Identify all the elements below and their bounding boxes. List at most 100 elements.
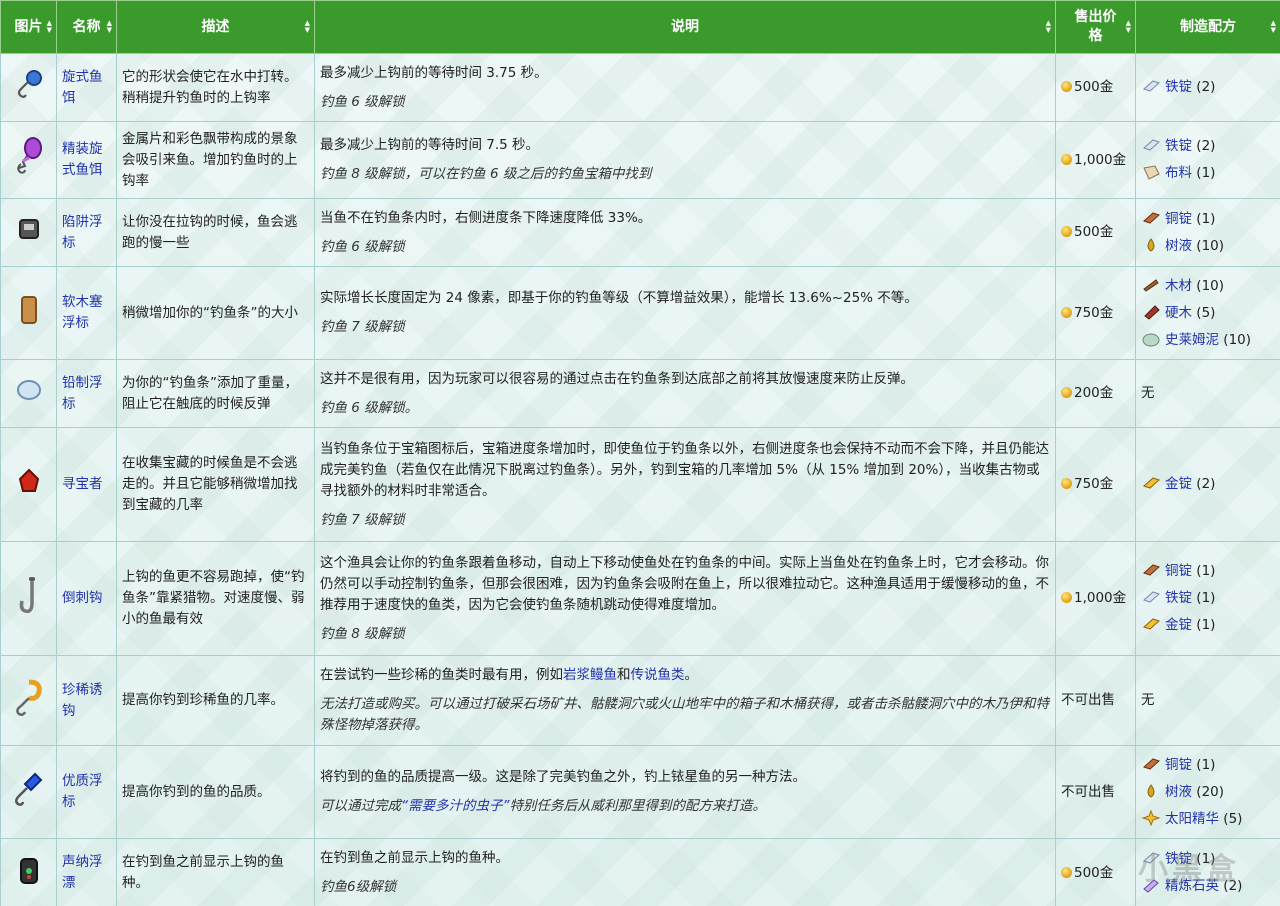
coin-icon <box>1061 153 1072 165</box>
ingredient-link[interactable]: 硬木 <box>1165 305 1192 321</box>
ingredient-link[interactable]: 铜锭 <box>1165 211 1192 227</box>
page: 图片 ▲ ▼ 名称 ▲ ▼ 描述 ▲ ▼ 说明 ▲ ▼ 售出价格 ▲ ▼ 制造配方 ▲ ▼ 旋式鱼饵 它… <box>0 0 1280 906</box>
table-row: 软木塞浮标 稍微增加你的“钓鱼条”的大小 实际增长长度固定为 24 像素，即基于… <box>0 266 1280 360</box>
spinner-icon <box>0 53 57 122</box>
header-details[interactable]: 说明 ▲ ▼ <box>314 0 1056 54</box>
item-recipe: 木材 (10) 硬木 (5) 史莱姆泥 (10) <box>1135 266 1280 360</box>
legendary-fish-link[interactable]: 传说鱼类 <box>631 667 685 683</box>
lava-eel-link[interactable]: 岩浆鳗鱼 <box>563 667 617 683</box>
item-link[interactable]: 珍稀诱钩 <box>62 682 103 719</box>
item-description: 稍微增加你的“钓鱼条”的大小 <box>116 266 315 360</box>
sort-icon[interactable]: ▲ ▼ <box>1126 20 1131 34</box>
table-row: 铅制浮标 为你的“钓鱼条”添加了重量，阻止它在触底的时候反弹 这并不是很有用，因… <box>0 359 1280 428</box>
coin-icon <box>1061 306 1072 318</box>
ingredient-link[interactable]: 铁锭 <box>1165 138 1192 154</box>
ingredient-link[interactable]: 金锭 <box>1165 617 1192 633</box>
item-details: 当鱼不在钓鱼条内时，右侧进度条下降速度降低 33%。 钓鱼 6 级解锁 <box>314 198 1056 267</box>
item-details: 当钓鱼条位于宝箱图标后，宝箱进度条增加时，即使鱼位于钓鱼条以外，右侧进度条也会保… <box>314 427 1056 542</box>
item-name[interactable]: 声纳浮漂 <box>56 838 117 906</box>
item-details: 最多减少上钩前的等待时间 3.75 秒。 钓鱼 6 级解锁 <box>314 53 1056 122</box>
wood-icon <box>1143 278 1159 292</box>
table-row: 声纳浮漂 在钓到鱼之前显示上钩的鱼种。 在钓到鱼之前显示上钩的鱼种。 钓鱼6级解锁… <box>0 838 1280 906</box>
ingredient: 铜锭 (1) <box>1141 558 1275 585</box>
sort-icon[interactable]: ▲ ▼ <box>1271 20 1276 34</box>
item-name[interactable]: 软木塞浮标 <box>56 266 117 360</box>
ingredient: 铁锭 (2) <box>1141 74 1275 101</box>
gold-bar-icon <box>1143 477 1160 489</box>
curiosity-lure-icon <box>0 655 57 746</box>
item-name[interactable]: 陷阱浮标 <box>56 198 117 267</box>
item-link[interactable]: 寻宝者 <box>62 476 103 492</box>
header-recipe[interactable]: 制造配方 ▲ ▼ <box>1135 0 1280 54</box>
item-recipe: 铁锭 (2) <box>1135 53 1280 122</box>
item-name[interactable]: 倒刺钩 <box>56 541 117 656</box>
ingredient-link[interactable]: 太阳精华 <box>1165 811 1219 827</box>
header-price[interactable]: 售出价格 ▲ ▼ <box>1055 0 1136 54</box>
item-link[interactable]: 声纳浮漂 <box>62 854 103 891</box>
item-price: 不可出售 <box>1055 655 1136 746</box>
item-recipe: 金锭 (2) <box>1135 427 1280 542</box>
item-details: 在钓到鱼之前显示上钩的鱼种。 钓鱼6级解锁 <box>314 838 1056 906</box>
item-link[interactable]: 软木塞浮标 <box>62 294 103 331</box>
item-price: 500金 <box>1055 198 1136 267</box>
item-name[interactable]: 旋式鱼饵 <box>56 53 117 122</box>
ingredient-link[interactable]: 铜锭 <box>1165 757 1192 773</box>
sort-icon[interactable]: ▲ ▼ <box>1046 20 1051 34</box>
item-recipe: 无 <box>1135 359 1280 428</box>
item-link[interactable]: 铅制浮标 <box>62 375 103 412</box>
ingredient: 金锭 (1) <box>1141 612 1275 639</box>
ingredient-link[interactable]: 史莱姆泥 <box>1165 332 1219 348</box>
item-description: 提高你钓到的鱼的品质。 <box>116 745 315 839</box>
ingredient-link[interactable]: 金锭 <box>1165 476 1192 492</box>
item-link[interactable]: 优质浮标 <box>62 773 103 810</box>
item-details: 实际增长长度固定为 24 像素，即基于你的钓鱼等级（不算增益效果），能增长 13… <box>314 266 1056 360</box>
quality-bobber-icon <box>0 745 57 839</box>
ingredient-link[interactable]: 布料 <box>1165 165 1192 181</box>
item-name[interactable]: 优质浮标 <box>56 745 117 839</box>
ingredient-link[interactable]: 铁锭 <box>1165 590 1192 606</box>
sort-icon[interactable]: ▲ ▼ <box>47 20 52 34</box>
coin-icon <box>1061 387 1072 398</box>
trap-bobber-icon <box>0 198 57 267</box>
item-details: 最多减少上钩前的等待时间 7.5 秒。 钓鱼 8 级解锁，可以在钓鱼 6 级之后的… <box>314 121 1056 199</box>
sort-icon[interactable]: ▲ ▼ <box>107 20 112 34</box>
ingredient-link[interactable]: 树液 <box>1165 238 1192 254</box>
copper-bar-icon <box>1143 211 1160 224</box>
ingredient: 史莱姆泥 (10) <box>1141 327 1275 354</box>
coin-icon <box>1061 226 1072 237</box>
coin-icon <box>1061 866 1072 878</box>
sort-icon[interactable]: ▲ ▼ <box>305 20 310 34</box>
table-row: 精装旋式鱼饵 金属片和彩色飘带构成的景象会吸引来鱼。增加钓鱼时的上钩率 最多减少… <box>0 121 1280 199</box>
coin-icon <box>1061 478 1072 489</box>
ingredient: 硬木 (5) <box>1141 300 1275 327</box>
header-name[interactable]: 名称 ▲ ▼ <box>56 0 117 54</box>
item-recipe: 铜锭 (1) 树液 (20) 太阳精华 (5) <box>1135 745 1280 839</box>
item-name[interactable]: 寻宝者 <box>56 427 117 542</box>
header-image[interactable]: 图片 ▲ ▼ <box>0 0 57 54</box>
ingredient-link[interactable]: 铁锭 <box>1165 79 1192 95</box>
item-link[interactable]: 旋式鱼饵 <box>62 69 103 106</box>
item-name[interactable]: 精装旋式鱼饵 <box>56 121 117 199</box>
item-link[interactable]: 陷阱浮标 <box>62 214 103 251</box>
item-price: 200金 <box>1055 359 1136 428</box>
quest-link[interactable]: “需要多汁的虫子” <box>401 798 510 814</box>
ingredient-link[interactable]: 铜锭 <box>1165 563 1192 579</box>
barbed-hook-icon <box>0 541 57 656</box>
item-link[interactable]: 精装旋式鱼饵 <box>62 141 103 178</box>
ingredient-link[interactable]: 木材 <box>1165 278 1192 294</box>
ingredient: 太阳精华 (5) <box>1141 806 1275 833</box>
table-row: 陷阱浮标 让你没在拉钩的时候，鱼会逃跑的慢一些 当鱼不在钓鱼条内时，右侧进度条下… <box>0 198 1280 267</box>
header-description[interactable]: 描述 ▲ ▼ <box>116 0 315 54</box>
coin-icon <box>1061 592 1072 603</box>
item-name[interactable]: 铅制浮标 <box>56 359 117 428</box>
item-price: 750金 <box>1055 427 1136 542</box>
item-price: 500金 <box>1055 53 1136 122</box>
item-name[interactable]: 珍稀诱钩 <box>56 655 117 746</box>
solar-essence-icon <box>1141 809 1161 826</box>
ingredient: 树液 (20) <box>1141 779 1275 806</box>
table-row: 倒刺钩 上钩的鱼更不容易跑掉，使“钓鱼条”靠紧猎物。对速度慢、弱小的鱼最有效 这… <box>0 541 1280 656</box>
tackle-table: 图片 ▲ ▼ 名称 ▲ ▼ 描述 ▲ ▼ 说明 ▲ ▼ 售出价格 ▲ ▼ 制造配方 ▲ ▼ 旋式鱼饵 它… <box>0 0 1280 906</box>
ingredient-link[interactable]: 树液 <box>1165 784 1192 800</box>
item-link[interactable]: 倒刺钩 <box>62 590 103 606</box>
item-price: 不可出售 <box>1055 745 1136 839</box>
